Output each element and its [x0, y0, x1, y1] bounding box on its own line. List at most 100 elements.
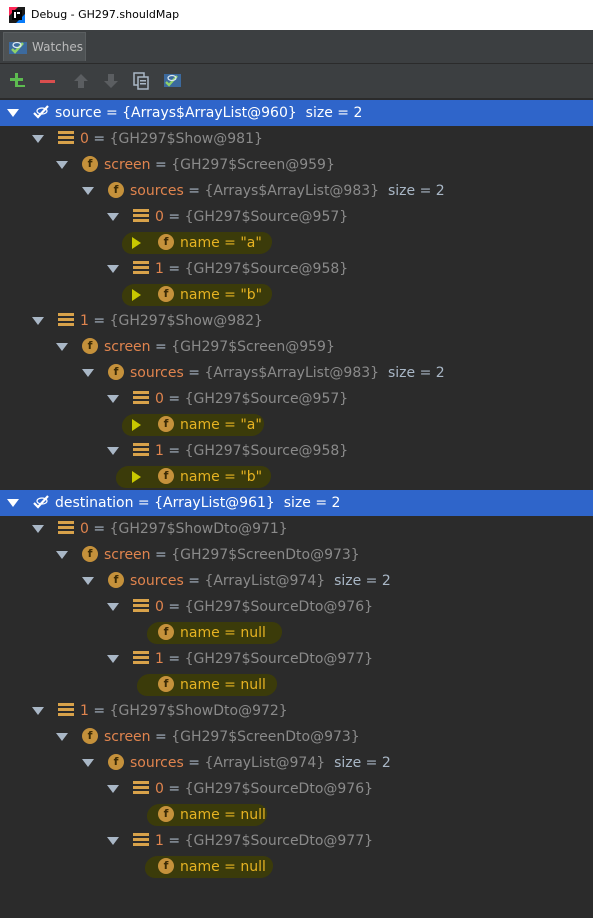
variable-name: name	[180, 469, 220, 485]
chevron-down-icon[interactable]	[56, 733, 68, 741]
chevron-down-icon[interactable]	[107, 603, 119, 611]
remove-watch-icon[interactable]	[39, 72, 57, 90]
chevron-right-icon[interactable]	[132, 237, 141, 249]
chevron-right-icon[interactable]	[132, 471, 141, 483]
size-label: size = 2	[387, 365, 445, 381]
tree-row[interactable]: f name = null	[0, 620, 593, 646]
equals-sign: =	[163, 443, 185, 459]
tree-row[interactable]: f name = "a"	[0, 412, 593, 438]
watch-icon	[33, 105, 49, 119]
tree-row[interactable]: f sources = {ArrayList@974} size = 2	[0, 568, 593, 594]
chevron-down-icon[interactable]	[107, 265, 119, 273]
chevron-down-icon[interactable]	[32, 317, 44, 325]
variable-value: {GH297$Source@958}	[184, 443, 349, 459]
chevron-down-icon[interactable]	[56, 343, 68, 351]
chevron-right-icon[interactable]	[132, 419, 141, 431]
variable-name: screen	[104, 547, 151, 563]
variable-value: null	[240, 807, 266, 823]
equals-sign: =	[183, 365, 205, 381]
chevron-down-icon[interactable]	[82, 369, 94, 377]
chevron-down-icon[interactable]	[107, 213, 119, 221]
move-up-icon[interactable]	[72, 72, 90, 90]
tree-row[interactable]: f name = "a"	[0, 230, 593, 256]
chevron-down-icon[interactable]	[107, 655, 119, 663]
tree-row[interactable]: f screen = {GH297$ScreenDto@973}	[0, 724, 593, 750]
chevron-down-icon[interactable]	[32, 707, 44, 715]
variable-name: 0	[155, 781, 164, 797]
equals-sign: =	[163, 651, 185, 667]
tree-row[interactable]: f sources = {ArrayList@974} size = 2	[0, 750, 593, 776]
tree-row[interactable]: f name = "b"	[0, 464, 593, 490]
chevron-down-icon[interactable]	[107, 837, 119, 845]
tree-row[interactable]: 1 = {GH297$Source@958}	[0, 256, 593, 282]
chevron-down-icon[interactable]	[56, 551, 68, 559]
tree-row[interactable]: 1 = {GH297$ShowDto@972}	[0, 698, 593, 724]
tree-row[interactable]: f screen = {GH297$ScreenDto@973}	[0, 542, 593, 568]
equals-sign: =	[219, 807, 241, 823]
tree-row[interactable]: 0 = {GH297$SourceDto@976}	[0, 776, 593, 802]
variable-value: {ArrayList@974}	[204, 573, 326, 589]
variable-value: {GH297$Show@981}	[109, 131, 263, 147]
tree-row[interactable]: 0 = {GH297$Show@981}	[0, 126, 593, 152]
chevron-down-icon[interactable]	[32, 525, 44, 533]
variable-value: null	[240, 859, 266, 875]
watches-icon	[9, 41, 27, 54]
variable-name: 1	[155, 833, 164, 849]
tree-row[interactable]: 1 = {GH297$Source@958}	[0, 438, 593, 464]
equals-sign: =	[219, 469, 241, 485]
equals-sign: =	[219, 859, 241, 875]
chevron-down-icon[interactable]	[107, 785, 119, 793]
chevron-right-icon[interactable]	[132, 289, 141, 301]
move-down-icon[interactable]	[102, 72, 120, 90]
variable-name: screen	[104, 339, 151, 355]
tree-row[interactable]: f name = null	[0, 854, 593, 880]
tree-row-destination[interactable]: destination = {ArrayList@961} size = 2	[0, 490, 593, 516]
chevron-down-icon[interactable]	[82, 187, 94, 195]
tree-row-source[interactable]: source = {Arrays$ArrayList@960} size = 2	[0, 100, 593, 126]
tab-watches[interactable]: Watches	[3, 32, 86, 61]
variable-name: sources	[130, 755, 184, 771]
tree-row[interactable]: 0 = {GH297$Source@957}	[0, 386, 593, 412]
chevron-down-icon[interactable]	[7, 109, 19, 117]
copy-icon[interactable]	[132, 72, 150, 90]
tree-row[interactable]: f screen = {GH297$Screen@959}	[0, 334, 593, 360]
chevron-down-icon[interactable]	[7, 499, 19, 507]
tree-row[interactable]: f name = null	[0, 802, 593, 828]
tree-row[interactable]: f name = null	[0, 672, 593, 698]
array-element-icon	[133, 781, 149, 795]
variable-name: screen	[104, 729, 151, 745]
equals-sign: =	[150, 339, 172, 355]
chevron-down-icon[interactable]	[107, 447, 119, 455]
tree-row[interactable]: f sources = {Arrays$ArrayList@983} size …	[0, 360, 593, 386]
field-icon: f	[108, 572, 124, 588]
tree-row[interactable]: 1 = {GH297$Show@982}	[0, 308, 593, 334]
size-label: size = 2	[387, 183, 445, 199]
tree-row[interactable]: 1 = {GH297$SourceDto@977}	[0, 828, 593, 854]
variable-name: 1	[155, 443, 164, 459]
chevron-down-icon[interactable]	[82, 759, 94, 767]
add-watch-icon[interactable]	[9, 72, 27, 90]
tree-row[interactable]: 0 = {GH297$ShowDto@971}	[0, 516, 593, 542]
chevron-down-icon[interactable]	[107, 395, 119, 403]
field-icon: f	[82, 728, 98, 744]
tree-row[interactable]: 1 = {GH297$SourceDto@977}	[0, 646, 593, 672]
field-icon: f	[158, 286, 174, 302]
chevron-down-icon[interactable]	[82, 577, 94, 585]
field-icon: f	[158, 234, 174, 250]
show-watches-icon[interactable]	[164, 72, 182, 90]
tree-row[interactable]: f screen = {GH297$Screen@959}	[0, 152, 593, 178]
equals-sign: =	[88, 313, 110, 329]
tree-row[interactable]: 0 = {GH297$Source@957}	[0, 204, 593, 230]
tree-row[interactable]: f name = "b"	[0, 282, 593, 308]
variable-value: {ArrayList@961}	[154, 495, 275, 511]
watches-tree: source = {Arrays$ArrayList@960} size = 2…	[0, 98, 593, 918]
tree-row[interactable]: 0 = {GH297$SourceDto@976}	[0, 594, 593, 620]
size-label: size = 2	[334, 573, 391, 589]
variable-value: {Arrays$ArrayList@983}	[204, 183, 380, 199]
chevron-down-icon[interactable]	[56, 161, 68, 169]
equals-sign: =	[219, 235, 241, 251]
window-title: Debug - GH297.shouldMap	[31, 8, 180, 21]
chevron-down-icon[interactable]	[32, 135, 44, 143]
field-icon: f	[158, 858, 174, 874]
tree-row[interactable]: f sources = {Arrays$ArrayList@983} size …	[0, 178, 593, 204]
